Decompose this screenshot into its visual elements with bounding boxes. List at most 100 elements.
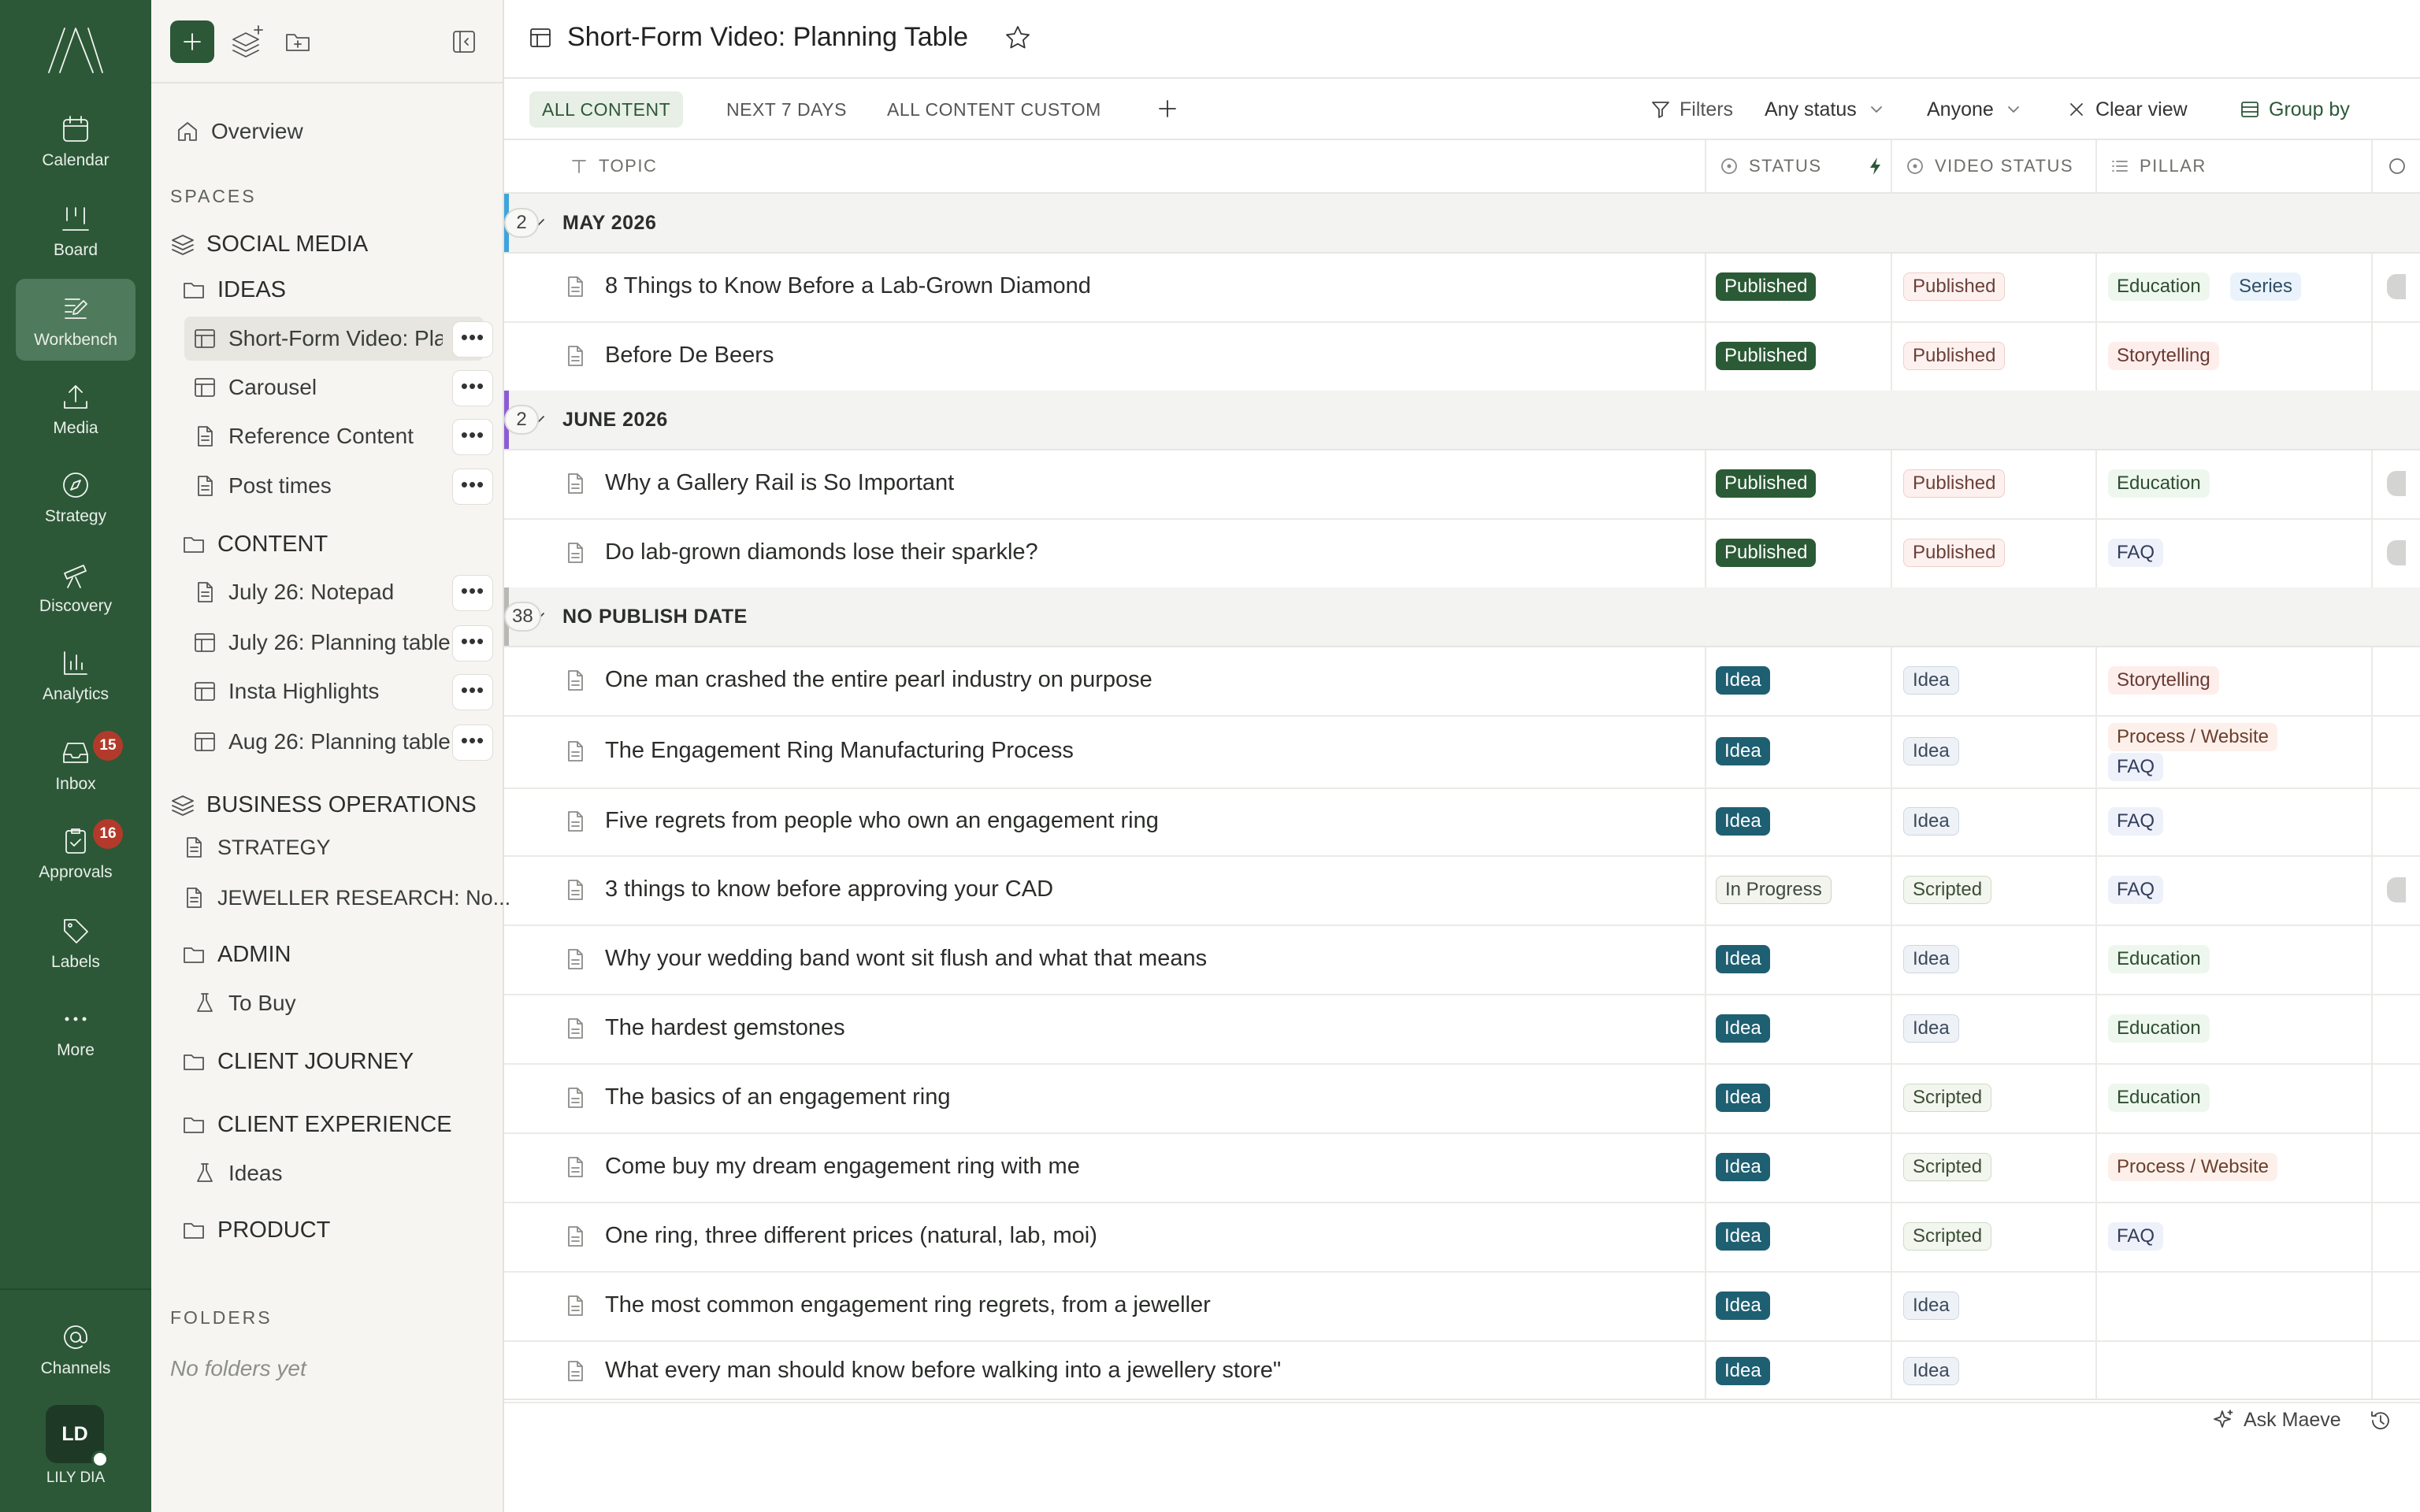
sidebar-item-july-notepad[interactable]: July 26: Notepad bbox=[192, 572, 394, 613]
star-icon[interactable] bbox=[1004, 24, 1032, 52]
pillar-tag[interactable]: Storytelling bbox=[2108, 666, 2219, 695]
new-item-button[interactable] bbox=[170, 20, 214, 63]
filters-button[interactable]: Filters bbox=[1650, 96, 1733, 123]
ask-maeve-button[interactable]: Ask Maeve bbox=[2212, 1408, 2341, 1432]
space-business-operations[interactable]: BUSINESS OPERATIONS bbox=[170, 784, 477, 825]
group-header[interactable]: JUNE 2026 2 bbox=[504, 391, 2420, 450]
more-options-button[interactable]: ••• bbox=[452, 469, 493, 505]
tab-next-7-days[interactable]: NEXT 7 DAYS bbox=[714, 91, 859, 128]
video-status-badge[interactable]: Scripted bbox=[1903, 1222, 1992, 1251]
rail-workbench[interactable]: Workbench bbox=[16, 279, 135, 361]
table-row[interactable]: The hardest gemstones Idea Idea Education bbox=[504, 994, 2420, 1065]
rail-labels[interactable]: Labels bbox=[16, 901, 135, 983]
video-status-badge[interactable]: Idea bbox=[1903, 945, 1959, 973]
status-icon[interactable] bbox=[2387, 140, 2411, 192]
table-row[interactable]: Before De Beers Published Published Storyte… bbox=[504, 321, 2420, 392]
status-badge[interactable]: Idea bbox=[1716, 1222, 1770, 1251]
rail-strategy[interactable]: Strategy bbox=[16, 455, 135, 537]
topic-text[interactable]: The basics of an engagement ring bbox=[605, 1084, 951, 1110]
pillar-tag[interactable]: Education bbox=[2108, 1014, 2210, 1043]
table-row[interactable]: Come buy my dream engagement ring with m… bbox=[504, 1132, 2420, 1203]
video-status-badge[interactable]: Published bbox=[1903, 539, 2006, 567]
video-status-badge[interactable]: Scripted bbox=[1903, 1084, 1992, 1112]
video-status-badge[interactable]: Idea bbox=[1903, 737, 1959, 765]
pillar-tag[interactable]: Education bbox=[2108, 469, 2210, 498]
sidebar-item-to-buy[interactable]: To Buy bbox=[192, 983, 296, 1024]
column-topic[interactable]: TOPIC bbox=[569, 140, 657, 192]
topic-text[interactable]: One ring, three different prices (natura… bbox=[605, 1223, 1097, 1249]
more-options-button[interactable]: ••• bbox=[452, 370, 493, 406]
status-badge[interactable]: Idea bbox=[1716, 807, 1770, 836]
group-header[interactable]: MAY 2026 2 bbox=[504, 194, 2420, 254]
rail-inbox[interactable]: Inbox 15 bbox=[16, 723, 135, 805]
pillar-tag[interactable]: FAQ bbox=[2108, 753, 2164, 781]
folder-content[interactable]: CONTENT bbox=[181, 524, 328, 565]
pillar-tag[interactable]: FAQ bbox=[2108, 1222, 2164, 1251]
sidebar-item-reference-content[interactable]: Reference Content bbox=[192, 416, 414, 457]
table-row[interactable]: One man crashed the entire pearl industr… bbox=[504, 646, 2420, 717]
video-status-badge[interactable]: Idea bbox=[1903, 1292, 1959, 1320]
table-row[interactable]: The basics of an engagement ring Idea Scri… bbox=[504, 1063, 2420, 1134]
folder-product[interactable]: PRODUCT bbox=[181, 1210, 330, 1251]
brand-logo[interactable] bbox=[44, 22, 107, 77]
table-row[interactable]: One ring, three different prices (natura… bbox=[504, 1202, 2420, 1273]
topic-text[interactable]: Why a Gallery Rail is So Important bbox=[605, 470, 954, 496]
table-row[interactable]: 3 things to know before approving your C… bbox=[504, 855, 2420, 926]
folder-admin[interactable]: ADMIN bbox=[181, 934, 291, 975]
new-folder-icon[interactable] bbox=[280, 24, 317, 60]
more-options-button[interactable]: ••• bbox=[452, 321, 493, 358]
sidebar-item-short-form-video[interactable]: Short-Form Video: Plan bbox=[192, 318, 443, 359]
sidebar-item-aug-planning-table[interactable]: Aug 26: Planning table bbox=[192, 721, 451, 762]
sidebar-item-ideas[interactable]: Ideas bbox=[192, 1153, 283, 1194]
table-row[interactable]: Why your wedding band wont sit flush and… bbox=[504, 925, 2420, 995]
table-row[interactable]: The Engagement Ring Manufacturing Proces… bbox=[504, 715, 2420, 789]
pillar-tag[interactable]: FAQ bbox=[2108, 807, 2164, 836]
add-view-button[interactable] bbox=[1152, 93, 1183, 124]
sidebar-item-overview[interactable]: Overview bbox=[175, 111, 303, 152]
status-badge[interactable]: Idea bbox=[1716, 945, 1770, 973]
table-row[interactable]: What every man should know before walkin… bbox=[504, 1340, 2420, 1403]
video-status-badge[interactable]: Scripted bbox=[1903, 1153, 1992, 1181]
folder-ideas[interactable]: IDEAS bbox=[181, 269, 286, 310]
pillar-tag[interactable]: Education bbox=[2108, 1084, 2210, 1112]
status-badge[interactable]: Published bbox=[1716, 272, 1817, 301]
status-badge[interactable]: Idea bbox=[1716, 737, 1770, 765]
more-options-button[interactable]: ••• bbox=[452, 674, 493, 710]
topic-text[interactable]: 8 Things to Know Before a Lab-Grown Diam… bbox=[605, 273, 1091, 299]
pillar-tag[interactable]: Process / Website bbox=[2108, 1153, 2277, 1181]
topic-text[interactable]: The hardest gemstones bbox=[605, 1015, 845, 1041]
video-status-badge[interactable]: Idea bbox=[1903, 807, 1959, 836]
column-status[interactable]: STATUS bbox=[1719, 140, 1822, 192]
sidebar-item-carousel[interactable]: Carousel bbox=[192, 367, 317, 408]
video-status-badge[interactable]: Published bbox=[1903, 272, 2006, 301]
topic-text[interactable]: Why your wedding band wont sit flush and… bbox=[605, 946, 1207, 972]
group-header[interactable]: NO PUBLISH DATE 38 bbox=[504, 587, 2420, 647]
collapse-sidebar-icon[interactable] bbox=[446, 24, 482, 60]
clear-view-button[interactable]: Clear view bbox=[2066, 96, 2188, 123]
video-status-badge[interactable]: Scripted bbox=[1903, 876, 1992, 904]
status-badge[interactable]: Idea bbox=[1716, 666, 1770, 695]
pillar-tag[interactable]: FAQ bbox=[2108, 539, 2164, 567]
assignee-avatar[interactable] bbox=[2387, 877, 2406, 902]
new-space-icon[interactable] bbox=[230, 24, 266, 60]
topic-text[interactable]: Come buy my dream engagement ring with m… bbox=[605, 1154, 1080, 1180]
sidebar-item-july-planning-table[interactable]: July 26: Planning table bbox=[192, 622, 451, 663]
video-status-badge[interactable]: Published bbox=[1903, 342, 2006, 370]
pillar-tag[interactable]: Process / Website bbox=[2108, 723, 2277, 751]
table-row[interactable]: Five regrets from people who own an enga… bbox=[504, 788, 2420, 857]
table-row[interactable]: 8 Things to Know Before a Lab-Grown Diam… bbox=[504, 252, 2420, 323]
pillar-tag[interactable]: Education bbox=[2108, 945, 2210, 973]
rail-calendar[interactable]: Calendar bbox=[16, 99, 135, 181]
video-status-badge[interactable]: Idea bbox=[1903, 666, 1959, 695]
rail-channels[interactable]: Channels bbox=[16, 1307, 135, 1389]
more-options-button[interactable]: ••• bbox=[452, 625, 493, 662]
status-badge[interactable]: Idea bbox=[1716, 1357, 1770, 1385]
status-badge[interactable]: Idea bbox=[1716, 1153, 1770, 1181]
sidebar-item-post-times[interactable]: Post times bbox=[192, 465, 332, 506]
topic-text[interactable]: The most common engagement ring regrets,… bbox=[605, 1292, 1211, 1318]
sidebar-item-strategy[interactable]: STRATEGY bbox=[181, 827, 331, 868]
status-badge[interactable]: Idea bbox=[1716, 1084, 1770, 1112]
topic-text[interactable]: Before De Beers bbox=[605, 343, 774, 369]
topic-text[interactable]: Five regrets from people who own an enga… bbox=[605, 808, 1159, 834]
topic-text[interactable]: Do lab-grown diamonds lose their sparkle… bbox=[605, 539, 1038, 565]
